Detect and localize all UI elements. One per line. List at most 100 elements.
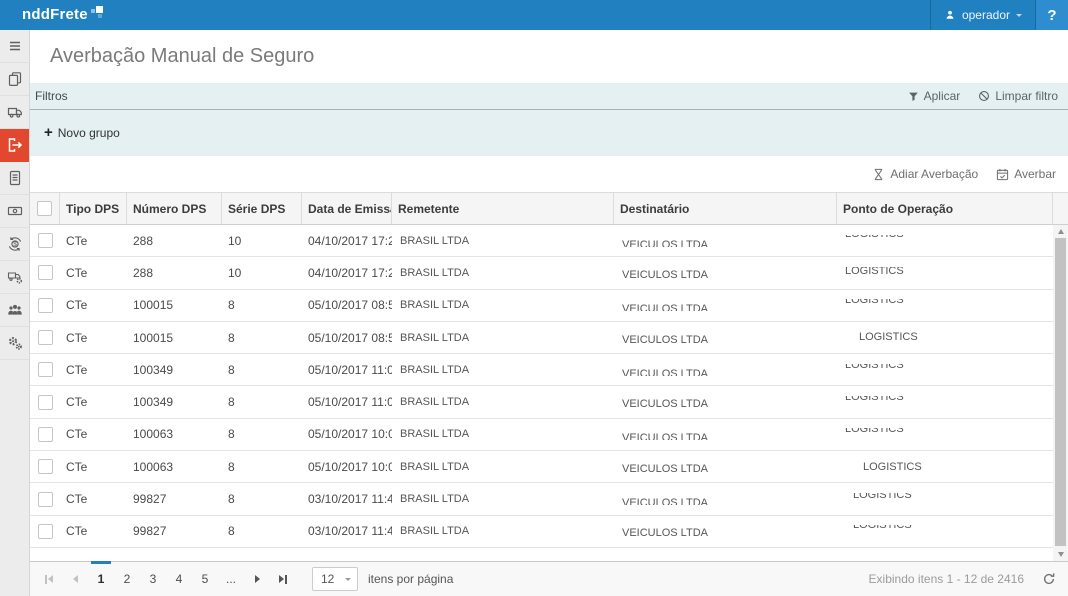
- table-row[interactable]: CTe 288 10 04/10/2017 17:26 BRASIL LTDA …: [30, 257, 1068, 289]
- ponto-operacao-value: LOGISTICS: [859, 332, 918, 343]
- logo-blocks-icon: [90, 6, 103, 21]
- more-pages-button[interactable]: ...: [218, 562, 244, 596]
- page-size-select[interactable]: 12: [312, 567, 358, 591]
- select-all-checkbox[interactable]: [37, 201, 52, 216]
- cell-serie-dps: 8: [222, 427, 302, 441]
- sidebar-item-menu[interactable]: [0, 30, 29, 63]
- sidebar-item-settings[interactable]: [0, 327, 29, 360]
- scrollbar-thumb[interactable]: [1055, 238, 1066, 546]
- row-checkbox[interactable]: [38, 427, 53, 442]
- page-button[interactable]: 2: [114, 562, 140, 596]
- cell-numero-dps: 100063: [127, 427, 222, 441]
- sidebar-item-money[interactable]: [0, 195, 29, 228]
- cell-serie-dps: 10: [222, 234, 302, 248]
- destinatario-value: VEICULOS LTDA: [622, 527, 708, 537]
- row-select-cell: [30, 362, 60, 377]
- next-page-button[interactable]: [244, 562, 270, 596]
- app-logo[interactable]: nddFrete: [22, 6, 103, 24]
- scroll-up-button[interactable]: [1053, 225, 1068, 239]
- page-button[interactable]: 4: [166, 562, 192, 596]
- table-row[interactable]: CTe 100015 8 05/10/2017 08:52 BRASIL LTD…: [30, 322, 1068, 354]
- sidebar-item-users[interactable]: [0, 294, 29, 327]
- users-group-icon: [7, 302, 23, 318]
- table-row[interactable]: CTe 100349 8 05/10/2017 11:07 BRASIL LTD…: [30, 354, 1068, 386]
- data-grid: Tipo DPS Número DPS Série DPS Data de Em…: [30, 192, 1068, 561]
- table-row[interactable]: CTe 100349 8 05/10/2017 11:07 BRASIL LTD…: [30, 386, 1068, 418]
- defer-endorsement-button[interactable]: Adiar Averbação: [872, 167, 978, 181]
- cell-ponto-operacao: LOGISTICS: [837, 332, 1053, 344]
- page-button[interactable]: 3: [140, 562, 166, 596]
- column-header-remetente[interactable]: Remetente: [392, 193, 614, 224]
- page-button[interactable]: 5: [192, 562, 218, 596]
- column-header-ponto-operacao[interactable]: Ponto de Operação: [837, 193, 1053, 224]
- cell-destinatario: VEICULOS LTDA: [614, 396, 837, 408]
- destinatario-value: VEICULOS LTDA: [622, 497, 708, 505]
- row-select-cell: [30, 459, 60, 474]
- cell-tipo-dps: CTe: [60, 234, 127, 248]
- cell-remetente: BRASIL LTDA: [392, 267, 614, 279]
- table-row[interactable]: CTe 288 10 04/10/2017 17:26 BRASIL LTDA …: [30, 225, 1068, 257]
- cell-data-emissao: 04/10/2017 17:26: [302, 234, 392, 248]
- sidebar-item-averbacao[interactable]: [0, 129, 29, 162]
- row-checkbox[interactable]: [38, 298, 53, 313]
- table-row[interactable]: CTe 100063 8 05/10/2017 10:06 BRASIL LTD…: [30, 451, 1068, 483]
- sidebar-item-truck[interactable]: [0, 96, 29, 129]
- top-header: nddFrete operador ?: [0, 0, 1068, 30]
- plus-icon: +: [44, 127, 53, 139]
- sidebar-item-documents[interactable]: [0, 63, 29, 96]
- cell-tipo-dps: CTe: [60, 298, 127, 312]
- hamburger-icon: [7, 38, 23, 54]
- user-menu[interactable]: operador: [930, 0, 1036, 30]
- copy-documents-icon: [7, 71, 23, 87]
- column-header-tipo-dps[interactable]: Tipo DPS: [60, 193, 127, 224]
- cell-serie-dps: 8: [222, 492, 302, 506]
- vertical-scrollbar[interactable]: [1053, 225, 1068, 561]
- cell-ponto-operacao: LOGISTICS: [837, 461, 1053, 473]
- table-row[interactable]: CTe 99827 8 03/10/2017 11:47 BRASIL LTDA…: [30, 516, 1068, 548]
- cell-data-emissao: 04/10/2017 17:26: [302, 266, 392, 280]
- gears-icon: [7, 335, 23, 351]
- first-page-button[interactable]: [36, 562, 62, 596]
- row-checkbox[interactable]: [38, 362, 53, 377]
- sidebar-item-finance[interactable]: $: [0, 228, 29, 261]
- column-header-numero-dps[interactable]: Número DPS: [127, 193, 222, 224]
- triangle-right-icon: [279, 575, 284, 583]
- scroll-down-button[interactable]: [1053, 547, 1068, 561]
- row-checkbox[interactable]: [38, 265, 53, 280]
- row-select-cell: [30, 330, 60, 345]
- clear-filter-button[interactable]: Limpar filtro: [978, 89, 1058, 103]
- destinatario-value: VEICULOS LTDA: [622, 269, 708, 279]
- column-header-destinatario[interactable]: Destinatário: [614, 193, 837, 224]
- row-checkbox[interactable]: [38, 524, 53, 539]
- last-page-icon: [285, 575, 287, 584]
- table-row[interactable]: CTe 100015 8 05/10/2017 08:52 BRASIL LTD…: [30, 290, 1068, 322]
- title-row: Averbação Manual de Seguro: [30, 30, 1068, 83]
- previous-page-button[interactable]: [62, 562, 88, 596]
- apply-filter-button[interactable]: Aplicar: [908, 89, 961, 103]
- page-button[interactable]: 1: [88, 562, 114, 596]
- banknote-icon: [7, 203, 23, 219]
- endorse-button[interactable]: Averbar: [996, 167, 1056, 181]
- sidebar-item-fleet[interactable]: [0, 261, 29, 294]
- cell-destinatario: VEICULOS LTDA: [614, 332, 837, 344]
- row-checkbox[interactable]: [38, 233, 53, 248]
- row-checkbox[interactable]: [38, 395, 53, 410]
- last-page-button[interactable]: [270, 562, 296, 596]
- column-header-serie-dps[interactable]: Série DPS: [222, 193, 302, 224]
- cell-remetente: BRASIL LTDA: [392, 396, 614, 408]
- sidebar-item-report[interactable]: [0, 162, 29, 195]
- calendar-check-icon: [996, 168, 1009, 181]
- new-group-button[interactable]: + Novo grupo: [44, 126, 120, 140]
- table-row[interactable]: CTe 99827 8 03/10/2017 11:47 BRASIL LTDA…: [30, 483, 1068, 515]
- row-checkbox[interactable]: [38, 459, 53, 474]
- cancel-circle-icon: [978, 90, 990, 102]
- help-button[interactable]: ?: [1036, 0, 1068, 30]
- row-checkbox[interactable]: [38, 330, 53, 345]
- page-size-value: 12: [321, 572, 334, 586]
- refresh-button[interactable]: [1042, 572, 1056, 586]
- row-checkbox[interactable]: [38, 492, 53, 507]
- column-header-data-emissao[interactable]: Data de Emissão: [302, 193, 392, 224]
- ponto-operacao-value: LOGISTICS: [845, 235, 904, 240]
- new-group-label: Novo grupo: [58, 126, 120, 140]
- table-row[interactable]: CTe 100063 8 05/10/2017 10:06 BRASIL LTD…: [30, 419, 1068, 451]
